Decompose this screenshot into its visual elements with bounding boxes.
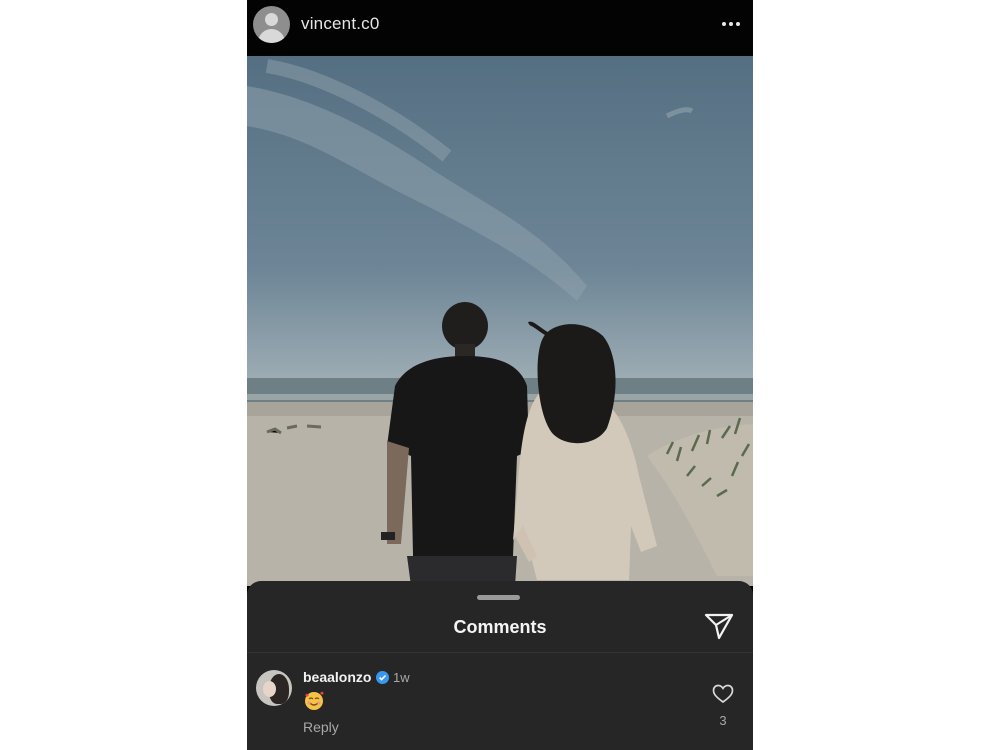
like-count: 3 [719,713,727,728]
phone-screen: vincent.c0 Comments beaalonzo 1w Reply 3 [247,0,753,750]
beach-scene [247,59,753,586]
heart-outline-icon [712,684,734,704]
comments-sheet: Comments beaalonzo 1w Reply 3 [247,581,753,750]
comments-title: Comments [453,617,547,637]
more-dot-icon [729,22,733,26]
share-button[interactable] [703,611,735,641]
post-photo[interactable] [247,56,753,586]
more-dot-icon [722,22,726,26]
comment-timestamp: 1w [393,670,410,685]
profile-avatar-icon[interactable] [253,6,290,43]
smiling-face-with-hearts-icon [305,691,324,710]
post-username[interactable]: vincent.c0 [301,14,380,34]
reply-button[interactable]: Reply [303,719,339,735]
more-options-button[interactable] [717,12,745,36]
drag-handle[interactable] [477,595,520,600]
like-comment-button[interactable] [712,684,734,704]
more-dot-icon [736,22,740,26]
sheet-divider [247,652,753,653]
commenter-avatar-icon[interactable] [256,670,292,706]
verified-badge-icon [376,671,389,684]
post-header: vincent.c0 [247,0,753,56]
paper-plane-icon [704,613,734,640]
commenter-username[interactable]: beaalonzo [303,669,371,685]
